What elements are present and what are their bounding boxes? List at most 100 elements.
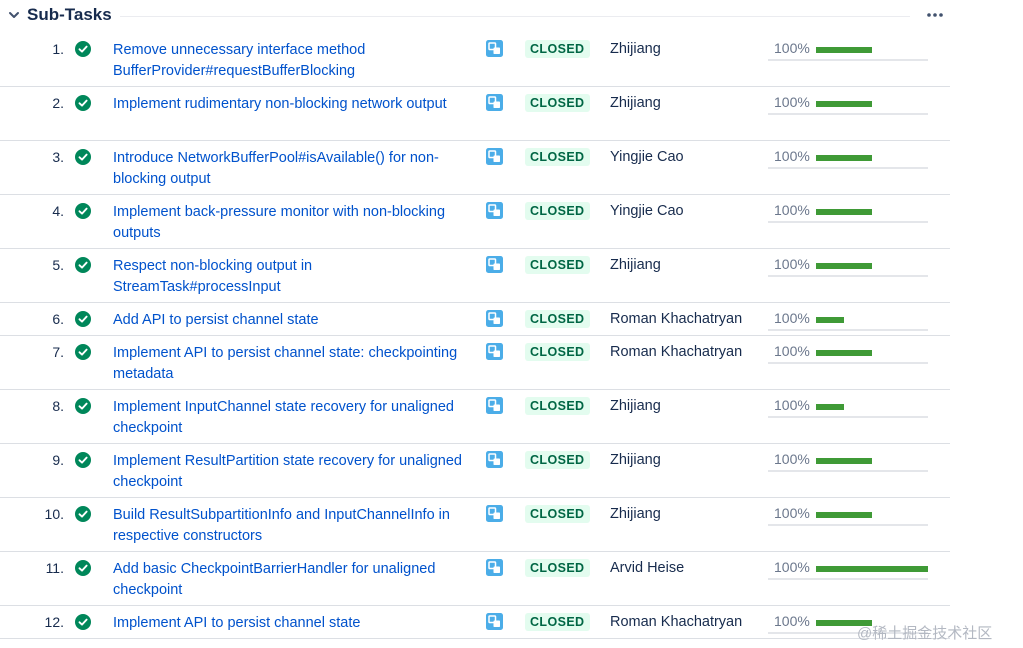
progress-fill — [816, 47, 872, 53]
assignee-name: Zhijiang — [610, 506, 661, 522]
status-badge[interactable]: CLOSED — [525, 256, 590, 274]
subtask-row: 2. Implement rudimentary non-blocking net… — [0, 87, 950, 141]
row-number: 3. — [52, 149, 64, 165]
watermark: @稀土掘金技术社区 — [857, 625, 993, 642]
progress-track — [768, 578, 928, 580]
chevron-down-icon[interactable] — [8, 9, 20, 21]
progress-indicator: 100% — [768, 310, 928, 332]
progress-indicator: 100% — [768, 256, 928, 278]
progress-bar — [816, 404, 844, 410]
subtask-row: 8. Implement InputChannel state recovery … — [0, 390, 950, 444]
subtask-row: 5. Respect non-blocking output in StreamT… — [0, 249, 950, 303]
progress-indicator: 100% — [768, 451, 928, 473]
subtask-summary-link[interactable]: Implement API to persist channel state — [113, 613, 473, 634]
subtask-summary-link[interactable]: Introduce NetworkBufferPool#isAvailable(… — [113, 148, 473, 190]
progress-bar — [816, 47, 872, 53]
progress-percent: 100% — [774, 559, 810, 575]
subtask-type-icon — [486, 310, 503, 327]
progress-bar — [816, 155, 872, 161]
subtask-summary-link[interactable]: Respect non-blocking output in StreamTas… — [113, 256, 473, 298]
progress-percent: 100% — [774, 343, 810, 359]
subtask-row: 11. Add basic CheckpointBarrierHandler fo… — [0, 552, 950, 606]
progress-track — [768, 59, 928, 61]
assignee-name: Roman Khachatryan — [610, 311, 743, 327]
subtask-summary-link[interactable]: Build ResultSubpartitionInfo and InputCh… — [113, 505, 473, 547]
progress-fill — [816, 512, 872, 518]
row-number: 6. — [52, 311, 64, 327]
progress-fill — [816, 458, 872, 464]
done-check-icon — [75, 41, 91, 57]
subtask-row: 1. Remove unnecessary interface method Bu… — [0, 33, 950, 87]
assignee-name: Zhijiang — [610, 398, 661, 414]
progress-track — [768, 362, 928, 364]
status-badge[interactable]: CLOSED — [525, 40, 590, 58]
progress-fill — [816, 350, 872, 356]
status-badge[interactable]: CLOSED — [525, 310, 590, 328]
progress-indicator: 100% — [768, 202, 928, 224]
subtask-summary-link[interactable]: Implement rudimentary non-blocking netwo… — [113, 94, 473, 115]
assignee-name: Roman Khachatryan — [610, 344, 743, 360]
status-badge[interactable]: CLOSED — [525, 148, 590, 166]
subtask-summary-link[interactable]: Implement API to persist channel state: … — [113, 343, 473, 385]
progress-percent: 100% — [774, 310, 810, 326]
progress-indicator: 100% — [768, 94, 928, 116]
section-header: Sub-Tasks — [0, 0, 1023, 32]
progress-indicator: 100% — [768, 148, 928, 170]
section-title: Sub-Tasks — [27, 5, 112, 24]
progress-bar — [816, 263, 872, 269]
status-badge[interactable]: CLOSED — [525, 505, 590, 523]
progress-fill — [816, 404, 844, 410]
row-number: 7. — [52, 344, 64, 360]
progress-fill — [816, 317, 844, 323]
subtask-summary-link[interactable]: Implement InputChannel state recovery fo… — [113, 397, 473, 439]
progress-bar — [816, 317, 844, 323]
progress-percent: 100% — [774, 505, 810, 521]
header-divider — [120, 16, 910, 17]
assignee-name: Zhijiang — [610, 257, 661, 273]
progress-indicator: 100% — [768, 397, 928, 419]
subtask-row: 4. Implement back-pressure monitor with n… — [0, 195, 950, 249]
row-number: 5. — [52, 257, 64, 273]
progress-track — [768, 167, 928, 169]
status-badge[interactable]: CLOSED — [525, 559, 590, 577]
row-number: 11. — [45, 560, 64, 576]
progress-fill — [816, 209, 872, 215]
subtask-type-icon — [486, 505, 503, 522]
progress-percent: 100% — [774, 40, 810, 56]
progress-bar — [816, 350, 872, 356]
done-check-icon — [75, 452, 91, 468]
done-check-icon — [75, 95, 91, 111]
progress-percent: 100% — [774, 613, 810, 629]
done-check-icon — [75, 203, 91, 219]
status-badge[interactable]: CLOSED — [525, 451, 590, 469]
status-badge[interactable]: CLOSED — [525, 202, 590, 220]
progress-percent: 100% — [774, 148, 810, 164]
assignee-name: Yingjie Cao — [610, 149, 684, 165]
done-check-icon — [75, 560, 91, 576]
subtask-summary-link[interactable]: Remove unnecessary interface method Buff… — [113, 40, 473, 82]
subtask-type-icon — [486, 397, 503, 414]
row-number: 2. — [52, 95, 64, 111]
status-badge[interactable]: CLOSED — [525, 94, 590, 112]
status-badge[interactable]: CLOSED — [525, 343, 590, 361]
subtask-summary-link[interactable]: Add basic CheckpointBarrierHandler for u… — [113, 559, 473, 601]
status-badge[interactable]: CLOSED — [525, 613, 590, 631]
progress-bar — [816, 101, 872, 107]
subtask-summary-link[interactable]: Implement ResultPartition state recovery… — [113, 451, 473, 493]
progress-bar — [816, 458, 872, 464]
done-check-icon — [75, 149, 91, 165]
subtask-summary-link[interactable]: Implement back-pressure monitor with non… — [113, 202, 473, 244]
subtask-summary-link[interactable]: Add API to persist channel state — [113, 310, 473, 331]
done-check-icon — [75, 398, 91, 414]
subtask-type-icon — [486, 148, 503, 165]
subtask-row: 6. Add API to persist channel state CLOSED… — [0, 303, 950, 336]
subtask-row: 7. Implement API to persist channel state… — [0, 336, 950, 390]
progress-fill — [816, 155, 872, 161]
progress-percent: 100% — [774, 256, 810, 272]
done-check-icon — [75, 311, 91, 327]
status-badge[interactable]: CLOSED — [525, 397, 590, 415]
progress-percent: 100% — [774, 94, 810, 110]
progress-track — [768, 470, 928, 472]
row-number: 12. — [44, 614, 64, 630]
more-actions-icon[interactable] — [925, 7, 945, 23]
